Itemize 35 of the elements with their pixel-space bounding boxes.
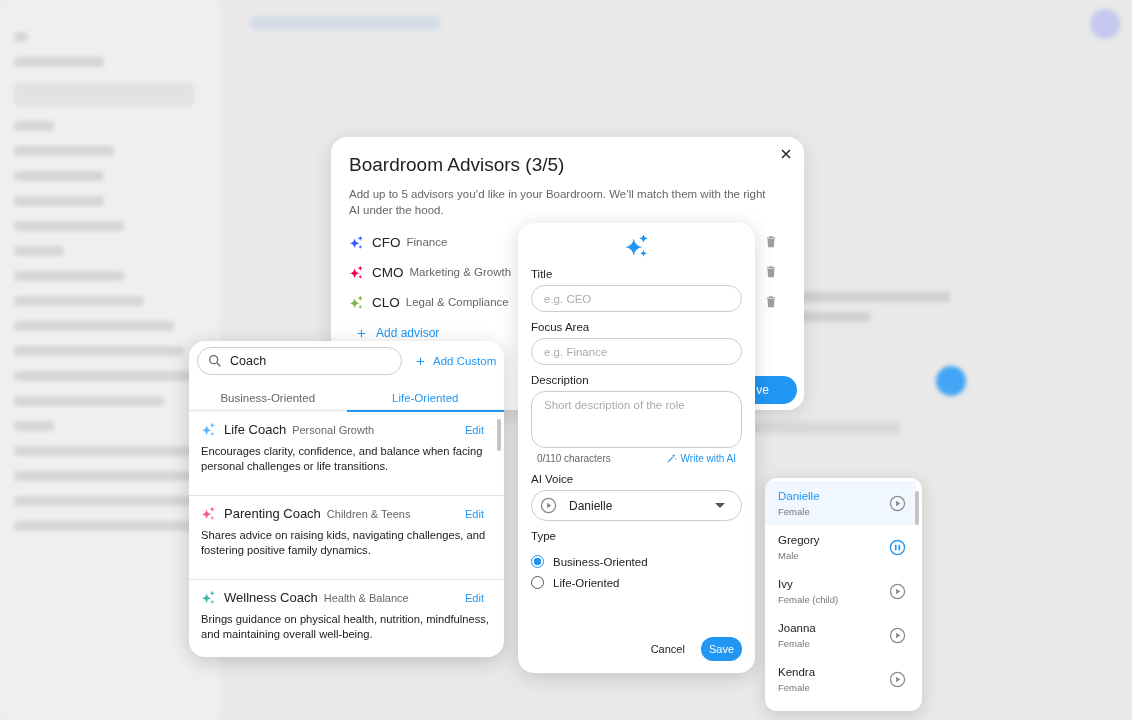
advisor-description: Shares advice on raising kids, navigating challenges, and fostering positive family dynamics. — [201, 528, 487, 558]
voice-name: Danielle — [778, 489, 821, 502]
radio-label: Business-Oriented — [553, 555, 648, 568]
advisor-title: Parenting Coach — [224, 506, 321, 521]
advisor-description: Encourages clarity, confidence, and balance when facing personal challenges or life transitions. — [201, 444, 484, 474]
dialog-title: Boardroom Advisors (3/5) — [349, 154, 566, 176]
advisor-title: Life Coach — [224, 422, 287, 437]
voice-gender: Female — [778, 505, 811, 517]
voice-gender: Male — [778, 549, 800, 561]
advisor-area: Legal & Compliance — [405, 296, 509, 308]
field-label: Type — [531, 530, 557, 542]
voice-name: Joanna — [778, 621, 817, 634]
field-label: AI Voice — [531, 473, 575, 485]
voice-gender: Female — [778, 637, 811, 649]
voice-name: Gregory — [778, 533, 821, 546]
advisor-area: Marketing & Growth — [409, 266, 512, 278]
advisor-area: Health & Balance — [323, 591, 409, 604]
advisor-title: CLO — [372, 294, 400, 310]
advisor-area: Children & Teens — [326, 507, 411, 520]
voice-name: Ivy — [778, 577, 794, 590]
field-label: Focus Area — [531, 321, 591, 333]
radio-label: Life-Oriented — [553, 576, 620, 589]
voice-gender: Female — [778, 681, 811, 693]
advisor-area: Finance — [406, 236, 448, 248]
field-label: Description — [531, 374, 590, 386]
voice-gender: Female (child) — [778, 593, 840, 605]
advisor-title: Wellness Coach — [224, 590, 318, 605]
dialog-description: Add up to 5 advisors you’d like in your Boardroom. We’ll match them with the right AI under the hood. — [349, 187, 767, 218]
voice-name: Kendra — [778, 665, 817, 678]
advisor-area: Personal Growth — [292, 423, 375, 436]
advisor-title: CMO — [372, 264, 404, 280]
field-label: Title — [531, 268, 554, 280]
advisor-description: Brings guidance on physical health, nutrition, mindfulness, and maintaining overall well-being. — [201, 612, 490, 642]
character-counter: 0/110 characters — [537, 453, 611, 464]
advisor-title: CFO — [372, 234, 401, 250]
